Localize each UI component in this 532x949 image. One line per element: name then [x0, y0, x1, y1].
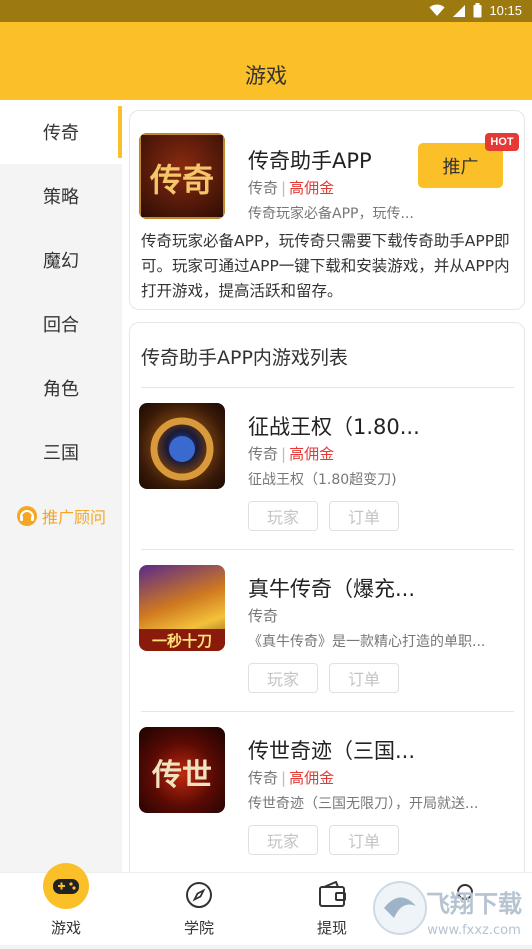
game-list-heading: 传奇助手APP内游戏列表	[141, 347, 348, 369]
category-label: 传奇	[248, 769, 279, 787]
game-desc: 征战王权（1.80超变刀)	[248, 472, 397, 488]
compass-icon	[186, 882, 212, 908]
battery-icon	[473, 3, 482, 18]
meta-separator: |	[281, 445, 287, 463]
sidebar-item-sanguo[interactable]: 三国	[0, 420, 122, 484]
meta-separator: |	[281, 179, 287, 197]
players-button[interactable]: 玩家	[248, 663, 318, 693]
list-item[interactable]: 一秒十刀 真牛传奇（爆充... 传奇 《真牛传奇》是一款精心打造的单职... 玩…	[130, 549, 526, 711]
nav-label: 游戏	[50, 919, 81, 937]
game-meta: 传奇 | 高佣金	[248, 767, 334, 788]
players-button[interactable]: 玩家	[248, 501, 318, 531]
nav-label: 提现	[316, 919, 347, 937]
meta-separator: |	[281, 769, 287, 787]
status-time: 10:15	[489, 3, 522, 18]
players-button[interactable]: 玩家	[248, 825, 318, 855]
featured-app-meta: 传奇 | 高佣金	[248, 177, 334, 198]
hot-badge: HOT	[485, 133, 519, 151]
category-label: 传奇	[248, 607, 279, 625]
game-desc: 《真牛传奇》是一款精心打造的单职...	[248, 634, 486, 650]
game-icon: 一秒十刀	[139, 565, 225, 651]
gamepad-icon	[43, 863, 89, 909]
featured-app-card[interactable]: 传奇 传奇助手APP 传奇 | 高佣金 传奇玩家必备APP，玩传... 推广 HOT…	[129, 110, 525, 310]
featured-app-description: 传奇玩家必备APP，玩传奇只需要下载传奇助手APP即可。玩家可通过APP一键下载…	[141, 232, 510, 300]
watermark-logo: 飞翔下载 www.fxxz.com	[370, 878, 532, 945]
game-icon-text: 传世	[151, 758, 212, 793]
status-bar: 10:15	[0, 0, 532, 22]
featured-app-title: 传奇助手APP	[248, 149, 372, 173]
game-icon	[139, 403, 225, 489]
sidebar-item-mohuan[interactable]: 魔幻	[0, 228, 122, 292]
sidebar-item-celue[interactable]: 策略	[0, 164, 122, 228]
sidebar-item-label: 策略	[43, 187, 79, 208]
sidebar-item-label: 回合	[43, 315, 79, 336]
orders-button[interactable]: 订单	[329, 825, 399, 855]
game-desc: 传世奇迹（三国无限刀），开局就送...	[248, 796, 479, 812]
featured-app-short-desc: 传奇玩家必备APP，玩传...	[248, 206, 414, 222]
app-header: 游戏	[0, 22, 532, 100]
game-icon: 传世	[139, 727, 225, 813]
commission-label: 高佣金	[289, 769, 335, 787]
advisor-label: 推广顾问	[41, 508, 106, 527]
signal-icon	[453, 4, 466, 17]
main-content: 传奇 传奇助手APP 传奇 | 高佣金 传奇玩家必备APP，玩传... 推广 HOT…	[122, 100, 532, 872]
nav-tab-withdraw[interactable]: 提现	[282, 873, 382, 946]
category-label: 传奇	[248, 179, 279, 197]
wifi-icon	[429, 4, 445, 16]
nav-tab-academy[interactable]: 学院	[149, 873, 249, 946]
promotion-advisor-button[interactable]: 推广顾问	[0, 484, 122, 548]
sidebar-item-juese[interactable]: 角色	[0, 356, 122, 420]
commission-label: 高佣金	[289, 179, 335, 197]
list-item[interactable]: 传世 传世奇迹（三国... 传奇 | 高佣金 传世奇迹（三国无限刀），开局就送...…	[130, 711, 526, 872]
nav-tab-games[interactable]: 游戏	[16, 863, 116, 946]
commission-label: 高佣金	[289, 445, 335, 463]
sidebar-item-label: 角色	[43, 379, 79, 400]
sidebar-item-label: 传奇	[43, 123, 79, 144]
sidebar-item-chuanqi[interactable]: 传奇	[0, 100, 122, 164]
game-title: 征战王权（1.80...	[248, 415, 420, 439]
game-title: 传世奇迹（三国...	[248, 739, 416, 763]
headset-icon	[16, 506, 37, 526]
sidebar-item-label: 三国	[43, 443, 79, 464]
game-icon-text: 一秒十刀	[152, 632, 212, 650]
orders-button[interactable]: 订单	[329, 501, 399, 531]
category-sidebar: 传奇 策略 魔幻 回合 角色 三国 推广顾问	[0, 100, 122, 872]
featured-app-icon: 传奇	[139, 133, 225, 219]
featured-icon-text: 传奇	[149, 161, 214, 199]
game-list-card: 传奇助手APP内游戏列表 征战王权（1.80... 传奇 | 高佣金 征战王权（1.…	[129, 322, 525, 872]
orders-button[interactable]: 订单	[329, 663, 399, 693]
watermark-url: www.fxxz.com	[427, 923, 521, 938]
nav-label: 学院	[183, 919, 214, 937]
wallet-icon	[319, 881, 346, 907]
sidebar-item-label: 魔幻	[43, 251, 79, 272]
game-title: 真牛传奇（爆充...	[248, 577, 416, 601]
list-item[interactable]: 征战王权（1.80... 传奇 | 高佣金 征战王权（1.80超变刀) 玩家 订单	[130, 387, 526, 549]
game-meta: 传奇	[248, 605, 278, 626]
page-title: 游戏	[245, 64, 287, 88]
promote-button-label: 推广	[442, 156, 479, 178]
category-label: 传奇	[248, 445, 279, 463]
watermark-text: 飞翔下载	[426, 890, 522, 918]
game-meta: 传奇 | 高佣金	[248, 443, 334, 464]
sidebar-item-huihe[interactable]: 回合	[0, 292, 122, 356]
